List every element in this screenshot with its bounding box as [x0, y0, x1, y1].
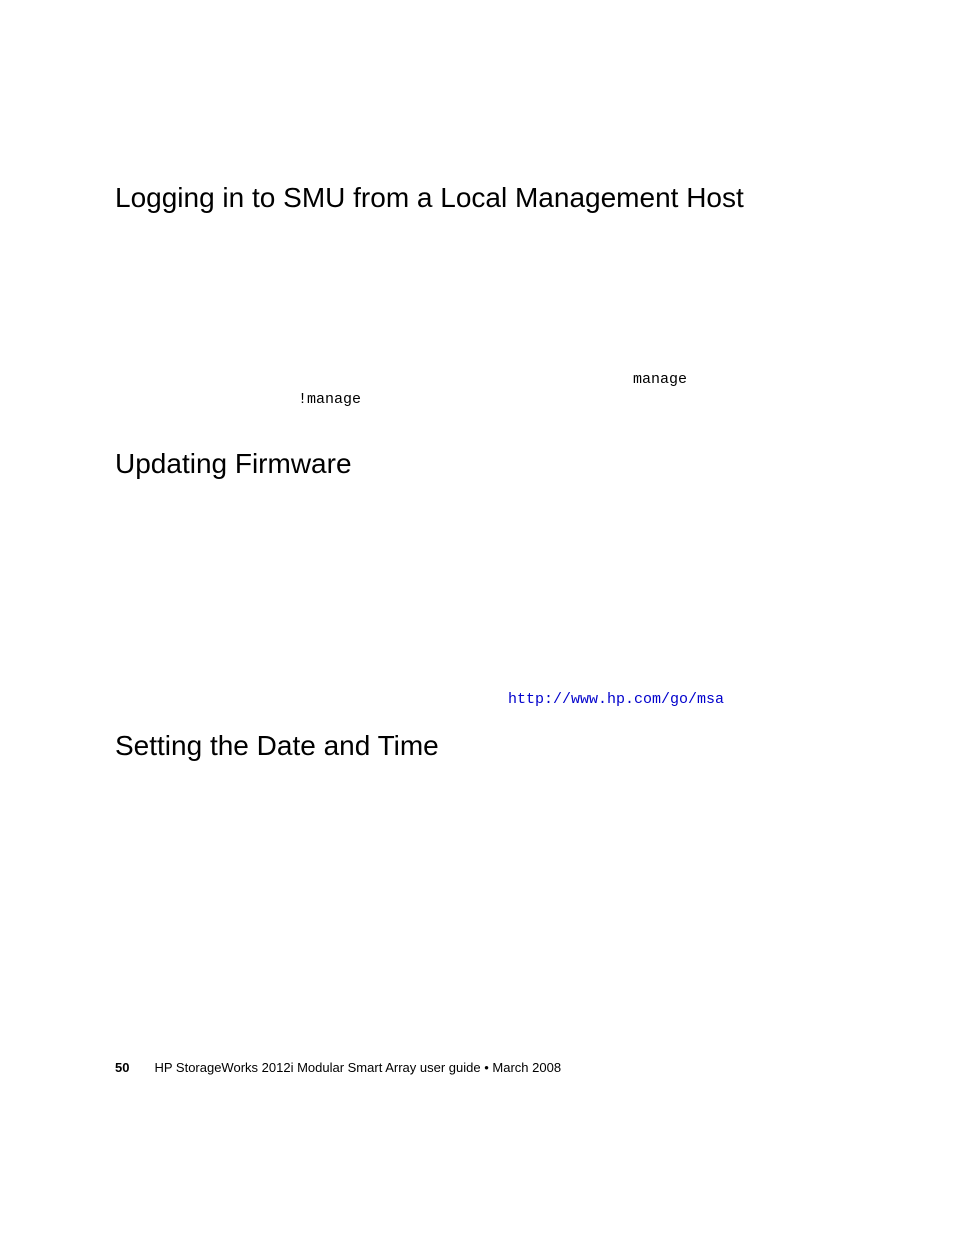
page-number: 50	[115, 1060, 129, 1075]
document-page: Logging in to SMU from a Local Managemen…	[0, 0, 954, 764]
section-login-smu: Logging in to SMU from a Local Managemen…	[115, 180, 839, 391]
footer-doc-info: HP StorageWorks 2012i Modular Smart Arra…	[154, 1060, 561, 1075]
footer-date: March 2008	[492, 1060, 561, 1075]
heading-updating-firmware: Updating Firmware	[115, 446, 839, 482]
hyperlink-msa[interactable]: http://www.hp.com/go/msa	[508, 691, 724, 708]
section-updating-firmware: Updating Firmware	[115, 446, 839, 672]
section-date-time: Setting the Date and Time	[115, 728, 839, 764]
page-footer: 50 HP StorageWorks 2012i Modular Smart A…	[115, 1060, 561, 1075]
code-text-manage: manage	[633, 371, 687, 388]
code-text-exclam-manage: !manage	[298, 391, 361, 408]
heading-date-time: Setting the Date and Time	[115, 728, 839, 764]
footer-separator: •	[484, 1060, 489, 1075]
footer-doc-title: HP StorageWorks 2012i Modular Smart Arra…	[154, 1060, 480, 1075]
heading-login-smu: Logging in to SMU from a Local Managemen…	[115, 180, 839, 216]
